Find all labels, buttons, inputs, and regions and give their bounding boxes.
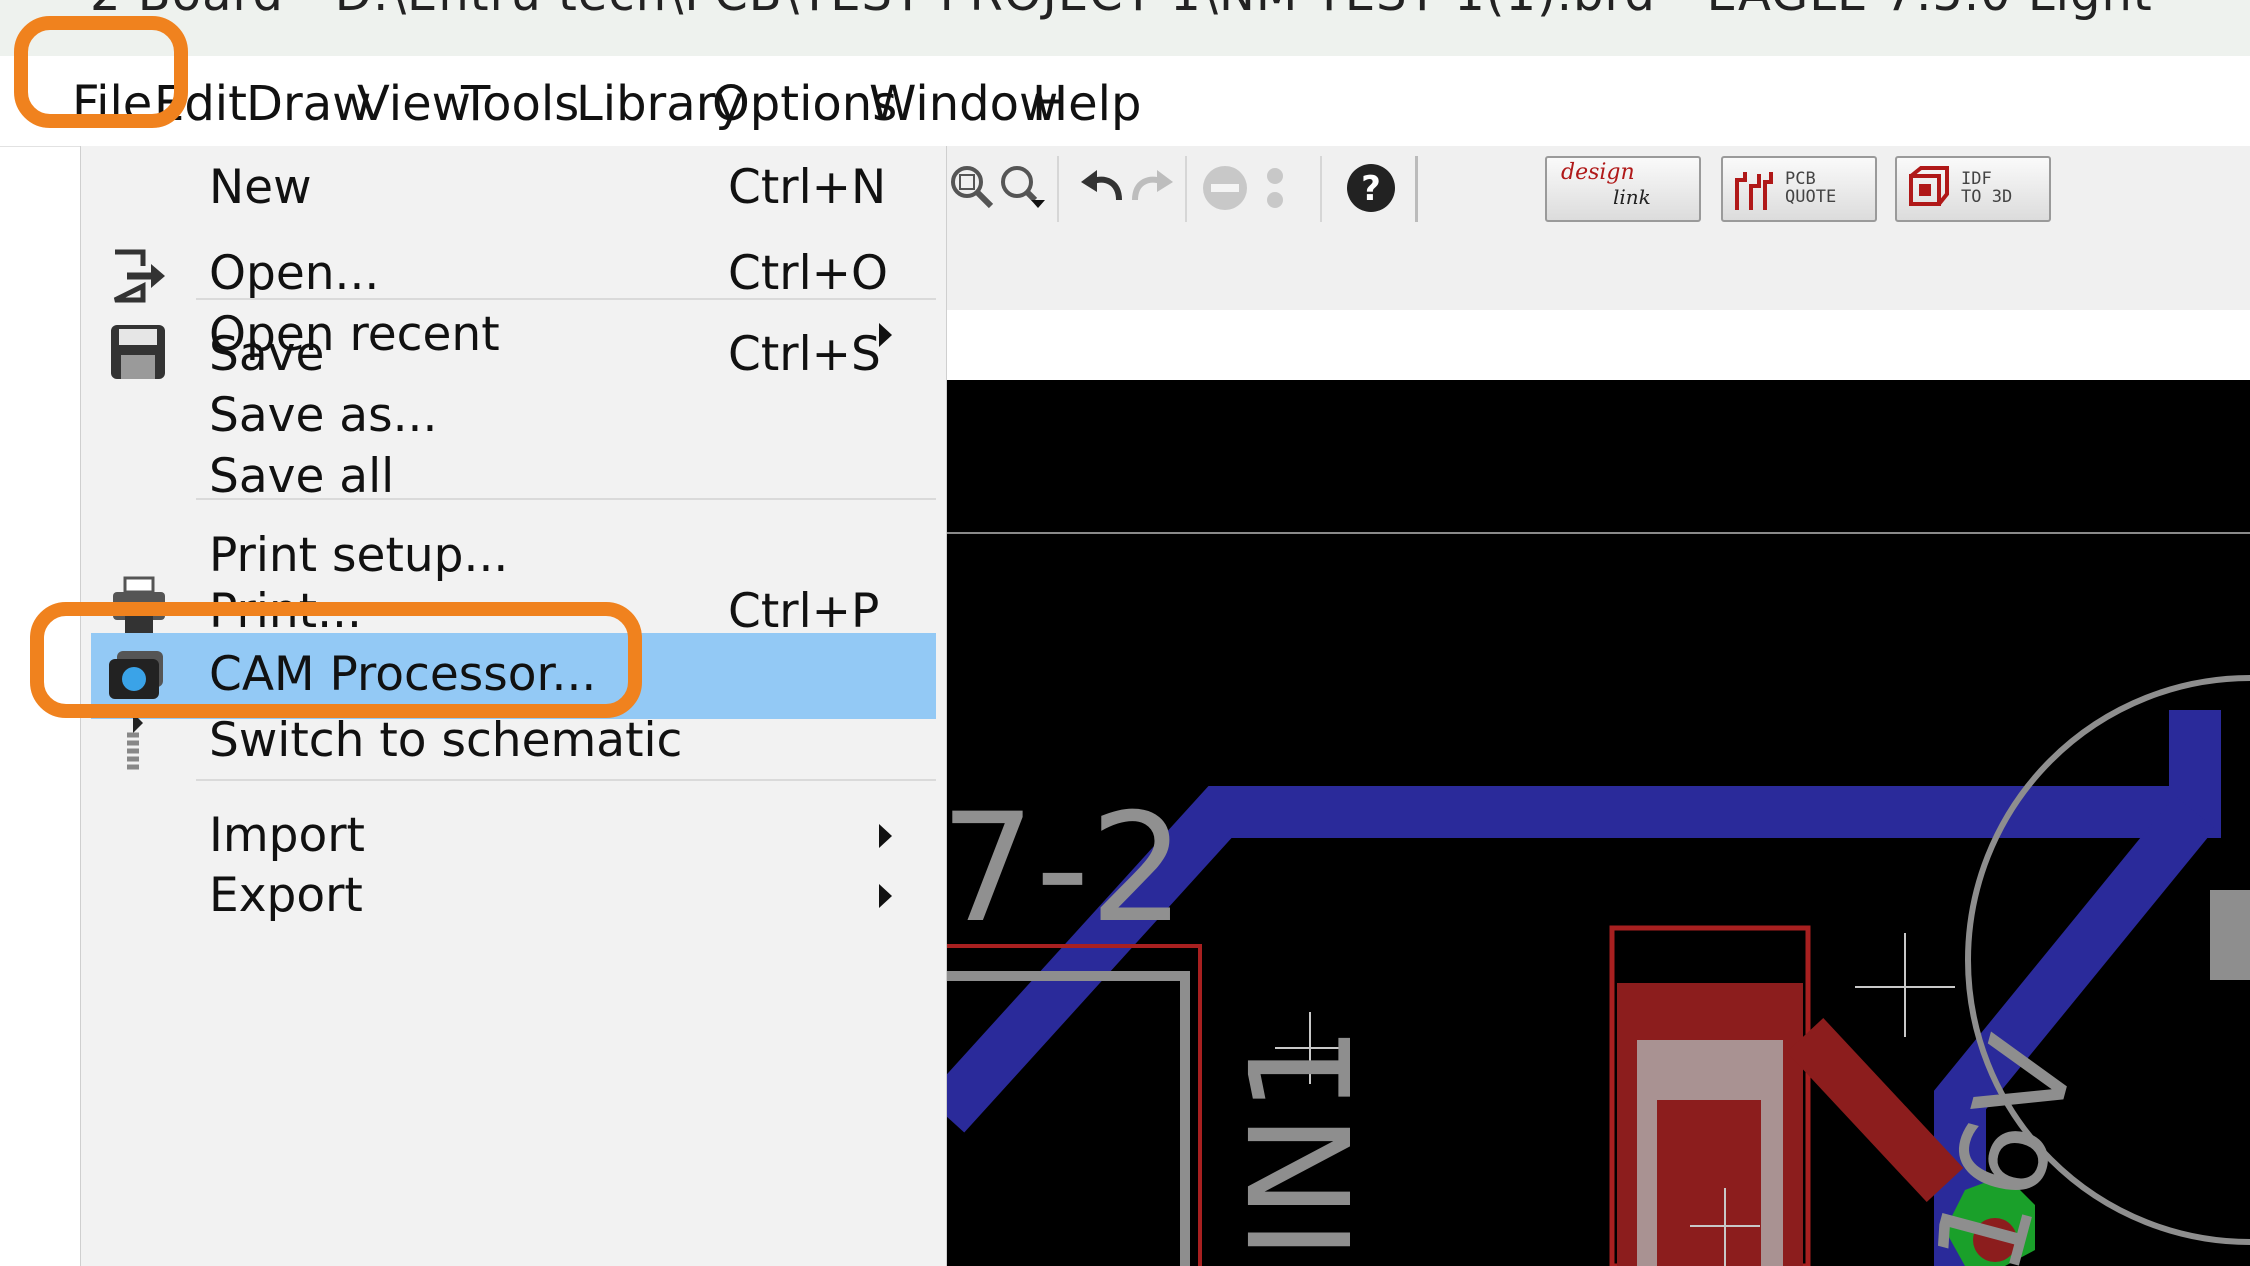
toolbar-separator [1415, 156, 1418, 222]
submenu-arrow-icon [879, 884, 892, 908]
menu-item-switch-to-schematic-label: Switch to schematic [209, 713, 683, 768]
pcb-quote-label: PCB [1785, 169, 1816, 189]
menu-item-export[interactable]: Export [81, 854, 936, 940]
idf-label-2: TO 3D [1961, 187, 2013, 207]
window-title: 2 Board - D:\Entru tech\PCB\TEST PROJECT… [90, 0, 2153, 22]
menu-item-new-label: New [209, 160, 312, 215]
menu-item-print-shortcut: Ctrl+P [728, 584, 880, 639]
toolbar-separator [1320, 156, 1322, 222]
menu-item-save-all-label: Save all [209, 449, 395, 504]
help-icon[interactable]: ? [1343, 160, 1399, 216]
menu-separator [196, 498, 936, 500]
toolbar-separator [1057, 156, 1059, 222]
title-bar: 2 Board - D:\Entru tech\PCB\TEST PROJECT… [0, 0, 2250, 56]
menu-separator [196, 298, 936, 300]
menu-item-new[interactable]: New Ctrl+N [81, 146, 936, 232]
cam-processor-annotation [30, 602, 642, 718]
design-link-label-2: link [1613, 185, 1651, 209]
menu-item-new-shortcut: Ctrl+N [728, 160, 887, 215]
pad-inner [1657, 1100, 1761, 1266]
toolbar-separator [1185, 156, 1187, 222]
red-trace [1786, 1017, 1964, 1203]
design-link-label: design [1561, 160, 1635, 185]
menu-item-export-label: Export [209, 868, 363, 923]
file-menu-annotation [14, 16, 188, 128]
capacitor-marker [2210, 890, 2250, 980]
menu-window[interactable]: Window [869, 76, 1058, 132]
pcb-quote-icon [1735, 172, 1773, 210]
menu-draw[interactable]: Draw [246, 76, 371, 132]
menu-separator [196, 779, 936, 781]
board-canvas[interactable]: 7-2 IN1 16V [945, 380, 2250, 1266]
go-icon[interactable] [1247, 160, 1303, 216]
stop-icon[interactable] [1197, 160, 1253, 216]
pcb-quote-button[interactable]: PCB QUOTE [1721, 156, 1877, 222]
zoom-select-icon[interactable] [945, 160, 1001, 216]
menu-help[interactable]: Help [1032, 76, 1141, 132]
label-16v: 16V [1909, 1025, 2104, 1266]
design-link-button[interactable]: design link [1545, 156, 1701, 222]
command-line-input[interactable] [945, 310, 2250, 381]
redo-icon[interactable] [1123, 160, 1179, 216]
zoom-dropdown-icon[interactable] [995, 160, 1051, 216]
toolbar: ? design link PCB QUOTE IDF TO 3D [945, 146, 2250, 233]
idf-3d-icon [1909, 166, 1949, 206]
label-in1: IN1 [1221, 1025, 1384, 1260]
idf-to-3d-button[interactable]: IDF TO 3D [1895, 156, 2051, 222]
label-7-2: 7-2 [945, 782, 1185, 956]
idf-label: IDF [1961, 169, 1992, 189]
menu-item-save-all[interactable]: Save all [81, 435, 936, 521]
menu-view[interactable]: View [357, 76, 471, 132]
menu-bar: File Edit Draw View Tools Library Option… [0, 56, 2250, 147]
submenu-arrow-icon [879, 824, 892, 848]
parameter-toolbar [945, 232, 2250, 311]
pcb-quote-label-2: QUOTE [1785, 187, 1837, 207]
menu-tools[interactable]: Tools [461, 76, 579, 132]
svg-text:?: ? [1361, 169, 1381, 209]
switch-schematic-icon [127, 713, 143, 770]
